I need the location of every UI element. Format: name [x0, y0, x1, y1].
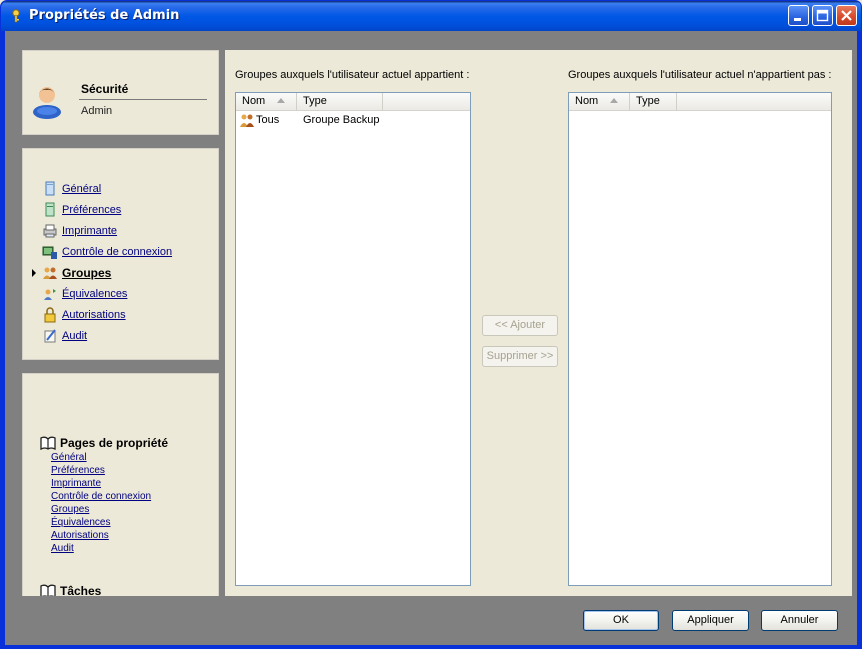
nonmember-groups-list[interactable]: Nom Type [568, 92, 832, 586]
pp-link-connection-control[interactable]: Contrôle de connexion [51, 491, 151, 503]
nav-item-groups[interactable]: Groupes [32, 265, 111, 281]
member-groups-label: Groupes auxquels l'utilisateur actuel ap… [235, 69, 470, 81]
column-name-header[interactable]: Nom [569, 93, 630, 111]
nav-item-authorizations[interactable]: Autorisations [42, 307, 126, 323]
column-name-header[interactable]: Nom [236, 93, 297, 111]
list-header: Nom Type [236, 93, 470, 111]
window-title: Propriétés de Admin [29, 8, 180, 23]
sort-ascending-icon [277, 98, 286, 103]
general-page-icon [45, 181, 55, 196]
nav-item-equivalences[interactable]: Équivalences [42, 286, 127, 302]
connection-control-icon [42, 246, 57, 259]
column-type-header[interactable]: Type [297, 93, 383, 111]
security-header-panel: Sécurité Admin [22, 50, 219, 135]
pp-link-preferences[interactable]: Préférences [51, 465, 105, 477]
equivalences-icon [44, 289, 56, 300]
nav-item-printer[interactable]: Imprimante [42, 223, 117, 239]
property-pages-panel: Pages de propriété Général Préférences I… [22, 373, 219, 598]
maximize-icon [816, 9, 829, 22]
printer-icon [43, 224, 57, 238]
authorizations-icon [44, 307, 56, 323]
apply-button[interactable]: Appliquer [672, 610, 749, 631]
add-button[interactable]: << Ajouter [482, 315, 558, 336]
section-subtitle: Admin [81, 105, 113, 117]
minimize-button[interactable] [788, 5, 809, 26]
user-icon [33, 87, 61, 119]
cancel-button[interactable]: Annuler [761, 610, 838, 631]
pp-link-audit[interactable]: Audit [51, 543, 74, 555]
pp-link-authorizations[interactable]: Autorisations [51, 530, 109, 542]
remove-button[interactable]: Supprimer >> [482, 346, 558, 367]
title-divider [79, 99, 207, 100]
row-type: Groupe Backup [303, 114, 380, 126]
properties-window: Propriétés de Admin Sécurité Admin Génér… [0, 0, 862, 649]
pp-link-equivalences[interactable]: Équivalences [51, 517, 110, 529]
pp-link-printer[interactable]: Imprimante [51, 478, 101, 490]
nav-item-connection-control[interactable]: Contrôle de connexion [42, 244, 172, 260]
member-groups-list[interactable]: Nom Type Tous Groupe Backup [235, 92, 471, 586]
key-icon [12, 9, 20, 23]
nav-item-general[interactable]: Général [42, 181, 101, 197]
close-icon [841, 10, 852, 21]
ok-button[interactable]: OK [583, 610, 659, 631]
dialog-button-bar: OK Appliquer Annuler [5, 596, 857, 645]
section-title: Sécurité [81, 82, 129, 96]
selected-arrow-icon [32, 269, 36, 277]
groups-main-panel: Groupes auxquels l'utilisateur actuel ap… [225, 50, 852, 596]
nav-item-preferences[interactable]: Préférences [42, 202, 121, 218]
maximize-button[interactable] [812, 5, 833, 26]
column-type-header[interactable]: Type [630, 93, 677, 111]
list-item[interactable]: Tous Groupe Backup [236, 113, 470, 129]
navigation-panel: Général Préférences Imprimante Contrôle … [22, 148, 219, 360]
close-button[interactable] [836, 5, 857, 26]
property-pages-heading: Pages de propriété [40, 435, 168, 451]
minimize-icon [794, 18, 801, 21]
dialog-client-area: Sécurité Admin Général Préférences Impri… [5, 31, 857, 645]
pp-link-groups[interactable]: Groupes [51, 504, 89, 516]
sort-ascending-icon [610, 98, 619, 103]
group-icon [240, 114, 254, 127]
groups-icon [43, 267, 57, 279]
pp-link-general[interactable]: Général [51, 452, 87, 464]
preferences-page-icon [45, 202, 55, 217]
book-icon [40, 436, 56, 450]
nav-item-audit[interactable]: Audit [42, 328, 87, 344]
nonmember-groups-label: Groupes auxquels l'utilisateur actuel n'… [568, 69, 832, 81]
title-bar[interactable]: Propriétés de Admin [1, 1, 861, 31]
row-name: Tous [256, 114, 280, 126]
list-header: Nom Type [569, 93, 831, 111]
audit-icon [44, 329, 56, 343]
